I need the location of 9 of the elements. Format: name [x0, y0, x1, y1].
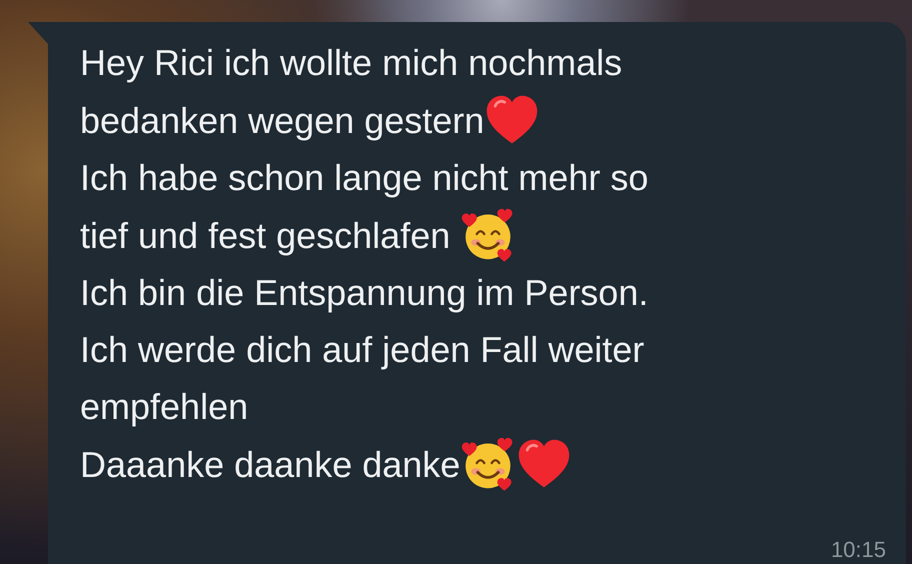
message-text: Ich werde dich auf jeden Fall weiter: [80, 328, 644, 372]
message-text: Daaanke daanke danke: [80, 442, 460, 486]
message-text: tief und fest geschlafen: [80, 214, 452, 258]
message-text: Hey Rici ich wollte mich nochmals: [80, 41, 622, 85]
message-text: Ich bin die Entspannung im Person.: [80, 271, 648, 315]
message-text: empfehlen: [80, 385, 248, 429]
message-time: 10:15: [830, 537, 886, 563]
message-text: bedanken wegen gestern: [80, 98, 484, 142]
message-text: Ich habe schon lange nicht mehr so: [80, 156, 648, 200]
